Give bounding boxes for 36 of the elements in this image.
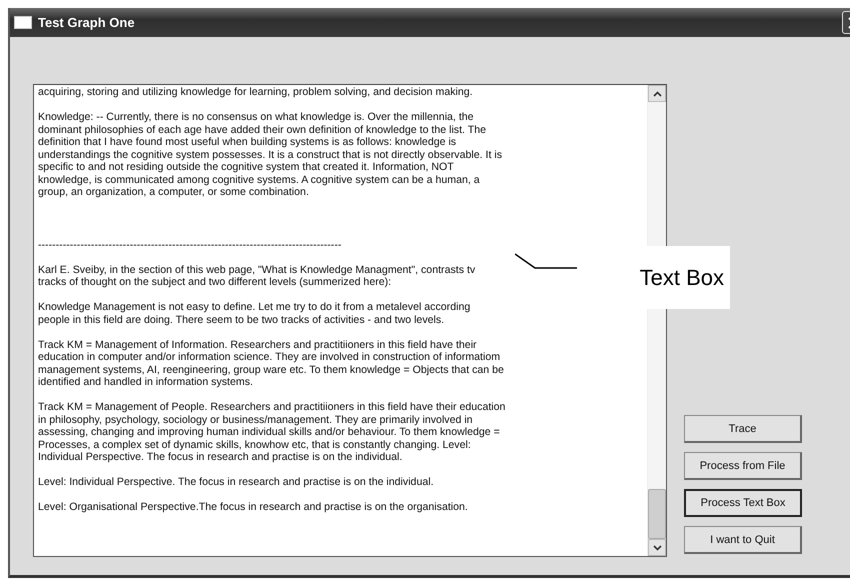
text-line: Processes, a complex set of dynamic skills, knowhow etc, that is constantly changing. Level: — [38, 438, 472, 451]
chevron-down-icon — [652, 544, 662, 550]
text-line: Knowledge Management is not easy to define. Let me try to do it from a metalevel according — [38, 301, 472, 314]
text-line: group, an organization, a computer, or some combination. — [38, 186, 310, 198]
text-line: Individual Perspective. The focus in research and practise is on the individual. — [38, 451, 404, 464]
leader-line — [515, 253, 579, 271]
push-button[interactable]: Trace — [684, 415, 802, 443]
text-line: education in computer and/or information science. They are involved in construction of informatiom — [38, 351, 502, 364]
text-line: definition that I have found most useful when building systems is as follows: knowledge is — [38, 136, 458, 148]
text-line: understandings the cognitive system possesses. It is a construct that is not directly observable. It is — [38, 148, 503, 161]
window-icon — [14, 16, 32, 29]
text-line: Knowledge: -- Currently, there is no consensus on what knowledge is. Over the millennia, the — [38, 111, 475, 124]
push-button[interactable]: Process Text Box — [684, 489, 802, 517]
scroll-thumb[interactable] — [648, 489, 666, 539]
push-button[interactable]: I want to Quit — [684, 526, 802, 554]
text-line: in philosophy, psychology, sociology or business/management. They are primarily involved in — [38, 414, 474, 426]
text-line: knowledge, is communicated among cognitive systems. A cognitive system can be a human, a — [38, 174, 481, 186]
text-line: tracks of thought on the subject and two different levels (summerized here): — [38, 276, 392, 288]
text-line: Level: Individual Perspective. The focus in research and practise is on the individual. — [38, 476, 435, 488]
text-line: management systems, AI, reengineering, group ware etc. To them knowledge = Objects that can be — [38, 364, 505, 376]
text-line: Level: Organisational Perspective.The focus in research and practise is on the organisation. — [38, 501, 469, 514]
scroll-up-button[interactable] — [648, 85, 666, 102]
text-line: assessing, changing and improving human individual skills and/or behaviour. To them knowledge = — [38, 426, 501, 438]
text-line: specific to and not residing outside the cognitive system that created it. Information, NOT — [38, 161, 455, 174]
text-line: identified and handled in information systems. — [38, 376, 254, 388]
text-line: people in this field are doing. There seem to be two tracks of activities - and two levels. — [38, 314, 446, 326]
text-line: Track KM = Management of Information. Researchers and practitiioners in this field have their — [38, 338, 478, 351]
chevron-up-icon — [652, 90, 662, 96]
window-title: Test Graph One — [38, 15, 136, 30]
dashed-separator-text: -------------------------------------------------------------------------------------- — [38, 238, 342, 251]
scroll-down-button[interactable] — [648, 539, 666, 556]
text-line: Track KM = Management of People. Researchers and practitiioners in this field have their education — [38, 401, 506, 414]
text-line: Karl E. Sveiby, in the section of this web page, "What is Knowledge Managment", contrasts tv — [38, 264, 476, 276]
text-line: dominant philosophies of each age have added their own definition of knowledge to the list. The — [38, 124, 487, 136]
push-button[interactable]: Process from File — [684, 452, 802, 480]
text-line: acquiring, storing and utilizing knowledge for learning, problem solving, and decision making. — [38, 86, 474, 98]
